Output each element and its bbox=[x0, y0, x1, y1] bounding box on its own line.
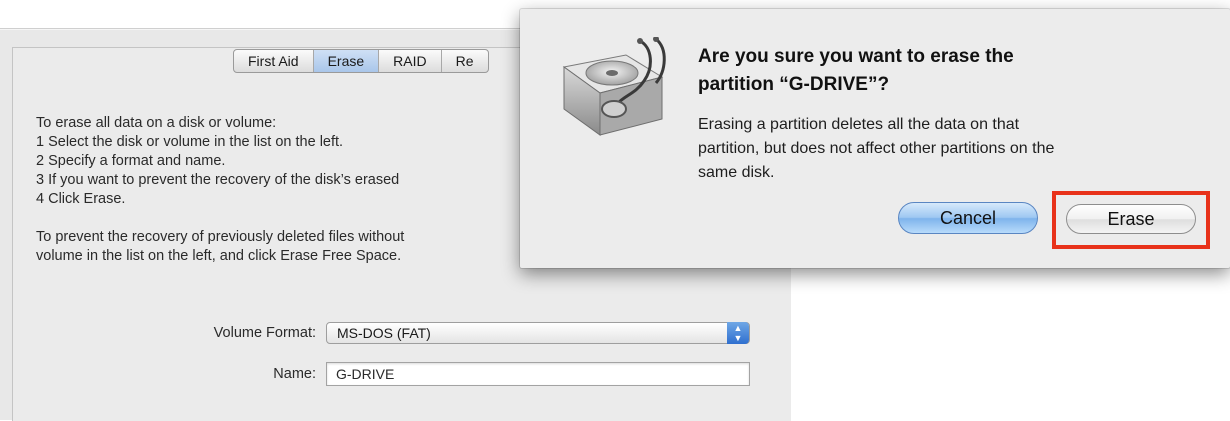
alert-message-line: partition, but does not affect other par… bbox=[698, 140, 1055, 157]
alert-message: Erasing a partition deletes all the data… bbox=[698, 113, 1198, 185]
instruction-line: 2 Specify a format and name. bbox=[36, 153, 226, 169]
name-label: Name: bbox=[273, 366, 316, 382]
up-down-arrows-icon: ▲ ▼ bbox=[727, 322, 749, 344]
volume-format-select[interactable]: MS-DOS (FAT) ▲ ▼ bbox=[326, 322, 750, 344]
tab-restore[interactable]: Re bbox=[442, 50, 488, 72]
cancel-button[interactable]: Cancel bbox=[898, 202, 1038, 234]
instruction-spacer bbox=[36, 209, 526, 228]
alert-message-line: same disk. bbox=[698, 164, 775, 181]
instruction-line: To erase all data on a disk or volume: bbox=[36, 115, 277, 131]
alert-title-line: partition “G-DRIVE”? bbox=[698, 74, 890, 95]
instruction-line: To prevent the recovery of previously de… bbox=[36, 229, 405, 245]
disk-utility-icon bbox=[562, 37, 666, 136]
tab-erase[interactable]: Erase bbox=[313, 50, 380, 72]
name-field[interactable]: G-DRIVE bbox=[326, 362, 750, 386]
alert-title-line: Are you sure you want to erase the bbox=[698, 46, 1014, 67]
alert-title: Are you sure you want to erase the parti… bbox=[698, 43, 1208, 99]
tab-first-aid[interactable]: First Aid bbox=[234, 50, 314, 72]
alert-message-line: Erasing a partition deletes all the data… bbox=[698, 116, 1020, 133]
tab-raid[interactable]: RAID bbox=[379, 50, 442, 72]
instruction-line: volume in the list on the left, and clic… bbox=[36, 248, 402, 264]
tab-bar: First Aid Erase RAID Re bbox=[233, 49, 489, 73]
instruction-line: 4 Click Erase. bbox=[36, 191, 126, 207]
instruction-line: 1 Select the disk or volume in the list … bbox=[36, 134, 344, 150]
erase-button-highlight bbox=[1052, 191, 1210, 249]
volume-format-value: MS-DOS (FAT) bbox=[337, 325, 431, 341]
erase-confirmation-dialog: Are you sure you want to erase the parti… bbox=[520, 9, 1230, 268]
erase-instructions: To erase all data on a disk or volume: 1… bbox=[36, 114, 526, 266]
name-field-value: G-DRIVE bbox=[336, 366, 395, 382]
volume-format-label: Volume Format: bbox=[213, 325, 316, 341]
instruction-line: 3 If you want to prevent the recovery of… bbox=[36, 172, 400, 188]
